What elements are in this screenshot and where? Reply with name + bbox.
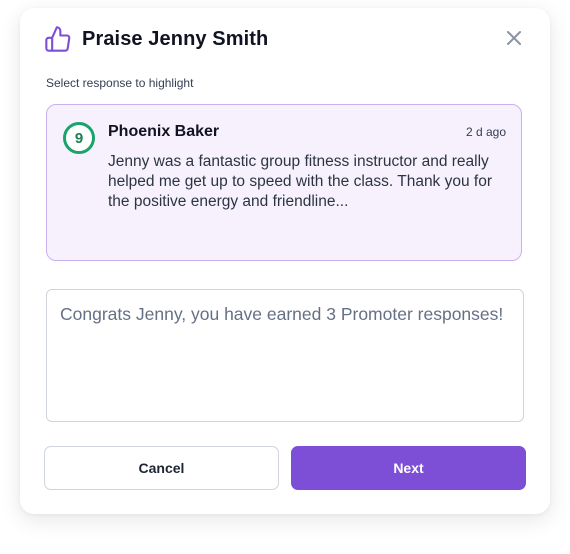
section-label: Select response to highlight [46, 76, 194, 90]
praise-modal: Praise Jenny Smith Select response to hi… [20, 8, 550, 514]
response-card[interactable]: 9 Phoenix Baker 2 d ago Jenny was a fant… [46, 104, 522, 261]
close-button[interactable] [504, 28, 524, 48]
close-icon [507, 31, 521, 45]
response-text: Jenny was a fantastic group fitness inst… [108, 153, 493, 210]
nps-score-badge: 9 [63, 122, 95, 154]
modal-header: Praise Jenny Smith [44, 22, 268, 56]
responder-name: Phoenix Baker [108, 123, 220, 140]
thumbs-up-icon [44, 25, 72, 53]
next-button[interactable]: Next [291, 446, 526, 490]
praise-message-input[interactable]: Congrats Jenny, you have earned 3 Promot… [46, 289, 524, 422]
response-timestamp: 2 d ago [465, 125, 506, 139]
modal-title: Praise Jenny Smith [82, 27, 269, 50]
cancel-button[interactable]: Cancel [44, 446, 279, 490]
